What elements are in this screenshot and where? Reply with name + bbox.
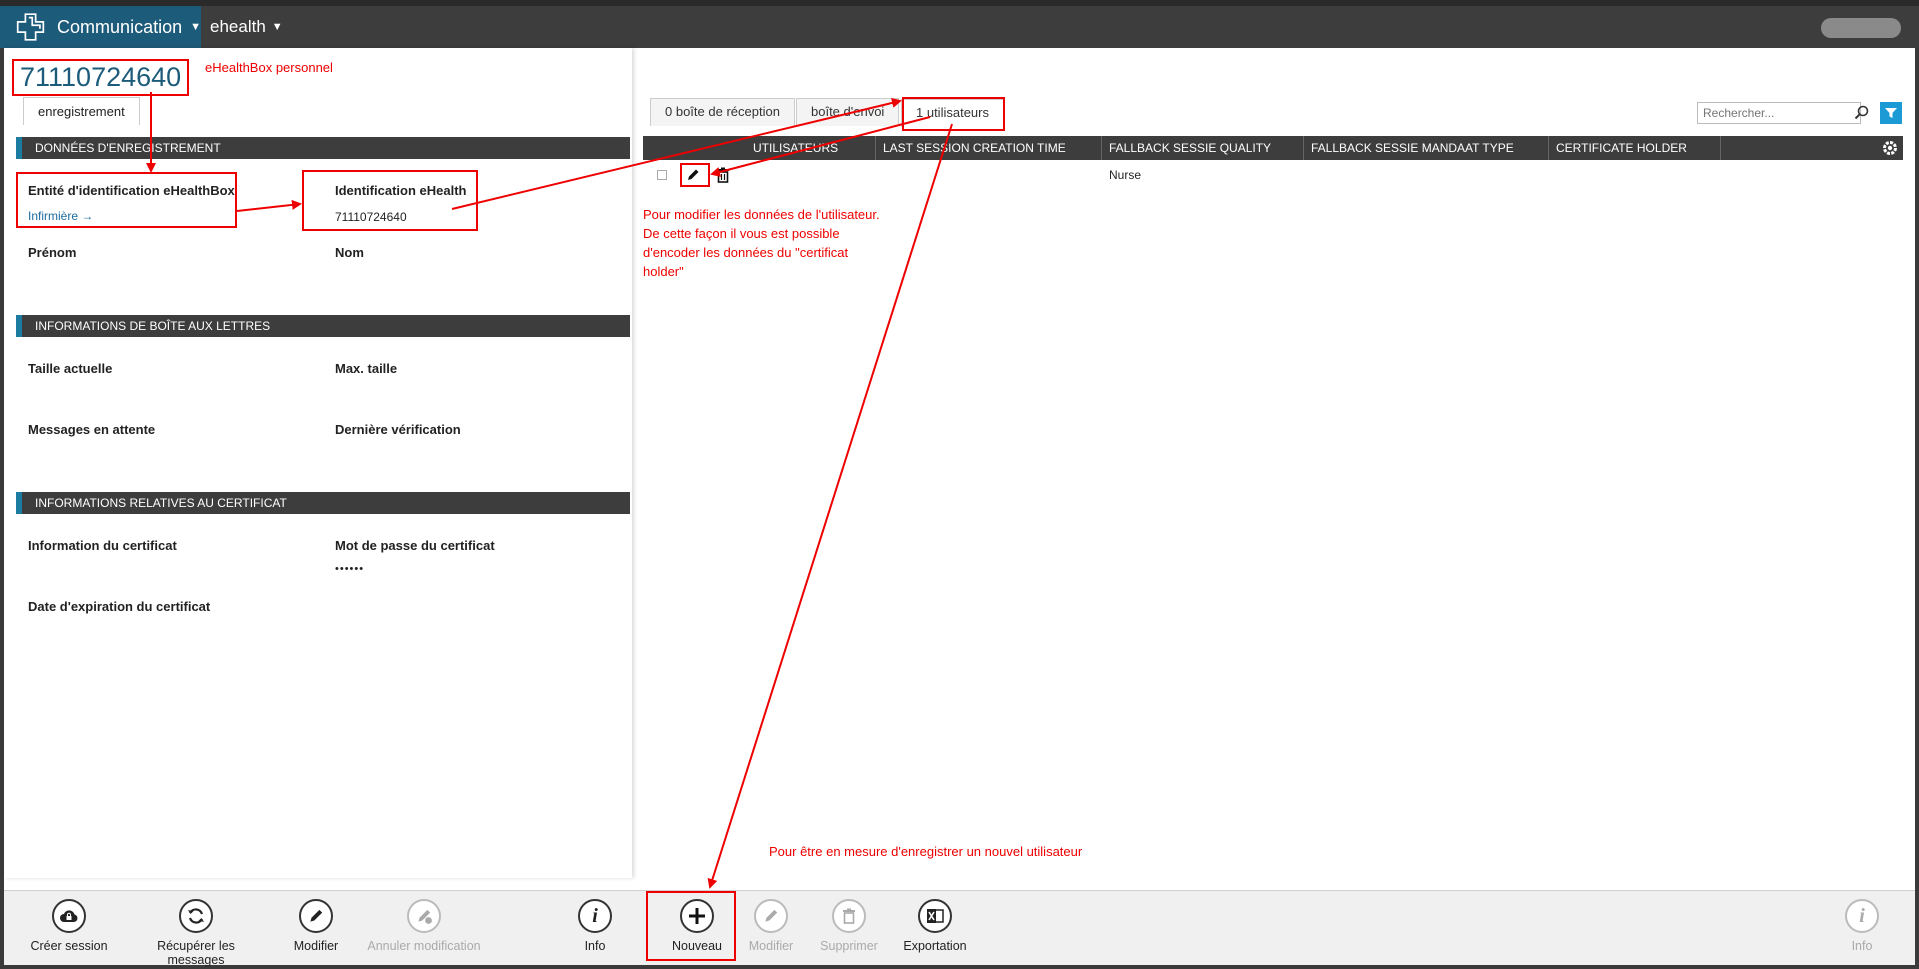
lastcheck-label: Dernière vérification (335, 422, 461, 437)
pencil-icon (299, 899, 333, 933)
info-label: Info (584, 939, 606, 953)
column-header-quality[interactable]: FALLBACK SESSIE QUALITY (1102, 136, 1304, 160)
tab-outbox[interactable]: boîte d'envoi (796, 98, 900, 126)
column-header-mandate[interactable]: FALLBACK SESSIE MANDAAT TYPE (1304, 136, 1549, 160)
info-icon: i (578, 899, 612, 933)
user-pill[interactable] (1821, 18, 1901, 38)
info-right-button[interactable]: i Info (1814, 899, 1910, 953)
certinfo-label: Information du certificat (28, 538, 177, 553)
annotation-box-users-tab (902, 97, 1005, 131)
app-menu[interactable]: Communication ▼ (0, 6, 201, 48)
ehealth-menu[interactable]: ehealth ▼ (210, 6, 283, 48)
create-session-label: Créer session (30, 939, 108, 953)
ehealth-menu-label: ehealth (210, 17, 266, 36)
annotation-new: Pour être en mesure d'enregistrer un nou… (769, 844, 1083, 859)
pencil-icon (754, 899, 788, 933)
annotation-box-edit (680, 163, 710, 187)
filter-button[interactable] (1880, 102, 1902, 124)
lastname-label: Nom (335, 245, 364, 260)
tab-inbox[interactable]: 0 boîte de réception (650, 98, 795, 126)
record-id: 71110724640 (12, 59, 190, 96)
export-button[interactable]: Exportation (870, 899, 1000, 953)
section-certificate: INFORMATIONS RELATIVES AU CERTIFICAT (16, 492, 630, 514)
ehealth-logo-icon (16, 13, 45, 41)
pencil-cancel-icon (407, 899, 441, 933)
annotation-box-new (646, 891, 736, 961)
annotation-edit: Pour modifier les données de l'utilisate… (643, 205, 880, 281)
annotation-edit-line: holder" (643, 264, 684, 279)
info-right-label: Info (1851, 939, 1873, 953)
annotation-box-entity (16, 172, 237, 228)
annotation-box-ident (302, 170, 478, 231)
refresh-icon (179, 899, 213, 933)
maxsize-label: Max. taille (335, 361, 398, 376)
fetch-messages-label: Récupérer les messages (157, 939, 235, 967)
annotation-edit-line: De cette façon il vous est possible (643, 226, 840, 241)
section-registration: DONNÉES D'ENREGISTREMENT (16, 137, 630, 159)
info-icon: i (1845, 899, 1879, 933)
column-header-users[interactable]: UTILISATEURS (643, 136, 876, 160)
create-session-button[interactable]: Créer session (4, 899, 134, 953)
column-header-cert-holder[interactable]: CERTIFICATE HOLDER (1549, 136, 1721, 160)
app-menu-label: Communication (57, 16, 183, 37)
firstname-label: Prénom (28, 245, 77, 260)
annotation-edit-line: Pour modifier les données de l'utilisate… (643, 207, 880, 222)
cloud-lock-icon (52, 899, 86, 933)
table-row[interactable]: Nurse (643, 162, 1903, 188)
column-header-last-session[interactable]: LAST SESSION CREATION TIME (876, 136, 1102, 160)
cancel-edit-button[interactable]: Annuler modification (359, 899, 489, 953)
certexp-label: Date d'expiration du certificat (28, 599, 211, 614)
chevron-down-icon: ▼ (271, 21, 283, 33)
edit-label: Modifier (293, 939, 339, 953)
export-label: Exportation (903, 939, 967, 953)
grid-header: UTILISATEURS LAST SESSION CREATION TIME … (643, 136, 1903, 160)
bottom-toolbar: Créer session Récupérer les messages Mod… (4, 890, 1915, 967)
search-input[interactable] (1697, 102, 1861, 124)
fetch-messages-button[interactable]: Récupérer les messages (131, 899, 261, 967)
certpass-label: Mot de passe du certificat (335, 538, 495, 553)
search-icon[interactable] (1854, 105, 1870, 121)
trash-icon[interactable] (716, 167, 730, 183)
pending-label: Messages en attente (28, 422, 156, 437)
top-bar: Communication ▼ ehealth ▼ (0, 0, 1919, 48)
tab-enregistrement[interactable]: enregistrement (23, 97, 140, 125)
cell-quality: Nurse (1109, 168, 1142, 182)
size-label: Taille actuelle (28, 361, 113, 376)
certpass-value: •••••• (335, 563, 365, 575)
chevron-down-icon: ▼ (190, 21, 201, 33)
excel-icon (918, 899, 952, 933)
trash-icon (832, 899, 866, 933)
annotation-edit-line: d'encoder les données du "certificat (643, 245, 849, 260)
gear-icon[interactable] (1881, 139, 1899, 157)
filter-icon (1885, 108, 1897, 118)
cancel-edit-label: Annuler modification (367, 939, 481, 953)
row-checkbox[interactable] (657, 170, 667, 180)
section-mailbox: INFORMATIONS DE BOÎTE AUX LETTRES (16, 315, 630, 337)
annotation-ehealthbox: eHealthBox personnel (205, 60, 333, 75)
